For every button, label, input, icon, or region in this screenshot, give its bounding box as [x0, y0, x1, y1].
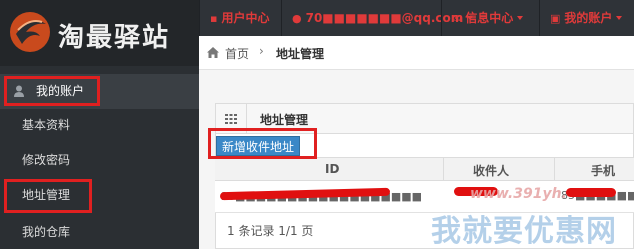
nav-messages-label: 信息中心: [465, 11, 514, 25]
logo-text: 淘最驿站: [58, 23, 171, 53]
watermark-text: 我就要优惠网: [431, 214, 617, 249]
grid-icon: [225, 114, 237, 124]
breadcrumb-current: 地址管理: [276, 47, 325, 61]
nav-my-account-label: 我的账户: [564, 11, 613, 25]
breadcrumb: 首页 › 地址管理: [199, 36, 634, 70]
grid-small-icon: ▪: [210, 12, 218, 25]
nav-user-center-label: 用户中心: [221, 11, 270, 25]
logo-icon: [10, 12, 50, 52]
sidebar-item-change-password[interactable]: 修改密码: [0, 143, 199, 178]
highlight-box-my-account: [4, 76, 100, 106]
redaction-mark: [566, 188, 616, 197]
sidebar-item-label: 我的仓库: [22, 225, 71, 239]
top-navbar: ▪ 用户中心 ● 70■■■■■■■@qq.com ✉ 信息中心 ▣ 我的账户: [199, 0, 634, 36]
watermark-url: www.391yh.: [470, 186, 567, 202]
user-icon: ●: [292, 12, 302, 25]
sidebar-item-label: 修改密码: [22, 153, 71, 167]
pagination-info: 1 条记录 1/1 页: [227, 224, 314, 238]
user-email: 70■■■■■■■@qq.com: [305, 11, 464, 25]
caret-down-icon: [616, 16, 623, 20]
highlight-box-add-button: [208, 128, 317, 159]
sidebar: 淘最驿站 我的账户 基本资料 修改密码 地址管理 我的仓库: [0, 0, 199, 249]
table-header: ID 收件人 手机: [215, 157, 634, 181]
highlight-box-address-management: [4, 179, 92, 213]
nav-messages-dropdown[interactable]: ✉ 信息中心: [441, 0, 539, 36]
column-header-phone[interactable]: 手机: [591, 162, 615, 179]
nav-user-email-dropdown[interactable]: ● 70■■■■■■■@qq.com: [281, 0, 474, 36]
envelope-icon: ✉: [452, 12, 462, 25]
logo[interactable]: 淘最驿站: [0, 0, 199, 66]
home-icon: [207, 47, 219, 58]
nav-user-center[interactable]: ▪ 用户中心: [199, 0, 281, 36]
sidebar-item-profile[interactable]: 基本资料: [0, 108, 199, 143]
nav-my-account-dropdown[interactable]: ▣ 我的账户: [539, 0, 634, 36]
panel-title: 地址管理: [260, 113, 309, 127]
column-header-receiver[interactable]: 收件人: [473, 162, 509, 179]
caret-down-icon: [517, 16, 524, 20]
column-header-id[interactable]: ID: [325, 162, 339, 176]
sidebar-item-label: 基本资料: [22, 118, 71, 132]
account-icon: ▣: [550, 12, 561, 25]
breadcrumb-home-link[interactable]: 首页: [225, 45, 249, 62]
breadcrumb-separator: ›: [259, 44, 264, 58]
sidebar-item-my-warehouse[interactable]: 我的仓库: [0, 215, 199, 249]
